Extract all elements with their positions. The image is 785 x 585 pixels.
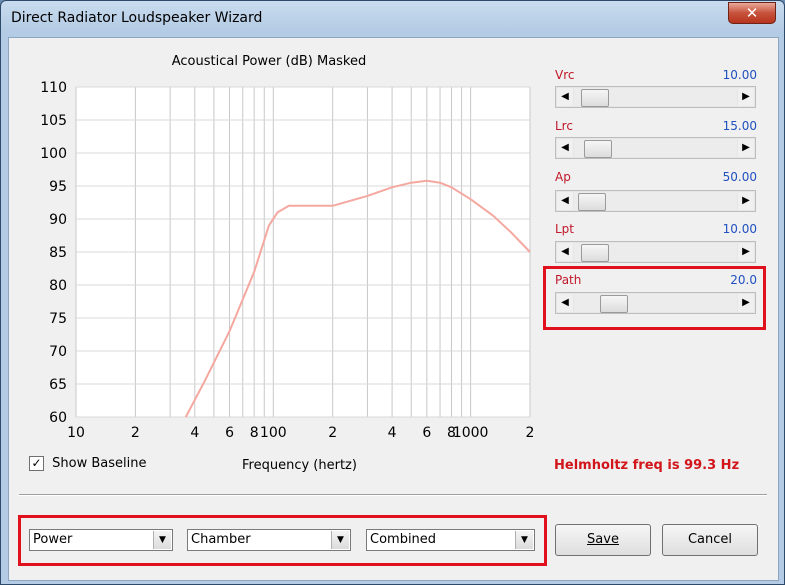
wizard-window: Direct Radiator Loudspeaker Wizard ✕ Aco… (0, 0, 785, 585)
cancel-button[interactable]: Cancel (662, 524, 758, 556)
combo-value: Chamber (191, 532, 251, 547)
slider-value-lrc: 15.00 (722, 119, 757, 133)
slider-left-arrow-icon[interactable]: ◀ (557, 294, 573, 312)
y-tick-label: 60 (49, 410, 67, 426)
y-tick-label: 110 (40, 80, 67, 96)
x-tick-label: 6 (422, 425, 431, 441)
slider-right-arrow-icon[interactable]: ▶ (738, 243, 754, 261)
slider-right-arrow-icon[interactable]: ▶ (738, 294, 754, 312)
combo-value: Power (33, 532, 73, 547)
combo-power[interactable]: Power ▼ (29, 529, 173, 551)
slider-label-ap: Ap (555, 170, 571, 184)
combo-value: Combined (370, 532, 437, 547)
slider-track[interactable] (574, 139, 737, 158)
slider-right-arrow-icon[interactable]: ▶ (738, 88, 754, 106)
slider-lpt[interactable]: ◀ ▶ (555, 241, 756, 263)
slider-vrc[interactable]: ◀ ▶ (555, 86, 756, 108)
slider-value-ap: 50.00 (722, 170, 757, 184)
slider-left-arrow-icon[interactable]: ◀ (557, 139, 573, 157)
slider-value-path: 20.0 (730, 273, 757, 287)
slider-ap[interactable]: ◀ ▶ (555, 190, 756, 212)
x-tick-label: 2 (328, 425, 337, 441)
slider-value-vrc: 10.00 (722, 68, 757, 82)
client-area: Acoustical Power (dB) Masked 110 105 100 95… (8, 37, 779, 581)
slider-left-arrow-icon[interactable]: ◀ (557, 243, 573, 261)
slider-path[interactable]: ◀ ▶ (555, 292, 756, 314)
slider-track[interactable] (574, 243, 737, 262)
show-baseline-checkbox[interactable]: ✓ Show Baseline (29, 456, 146, 471)
y-tick-label: 90 (49, 212, 67, 228)
x-tick-label: 10 (67, 425, 85, 441)
x-tick-label: 4 (388, 425, 397, 441)
x-tick-label: 2 (526, 425, 535, 441)
slider-label-lrc: Lrc (555, 119, 573, 133)
y-tick-label: 70 (49, 344, 67, 360)
save-button[interactable]: Save (555, 524, 651, 556)
y-tick-label: 80 (49, 278, 67, 294)
acoustical-power-chart: 110105100959085807570656010 2 4 6 8 100 2 4 6 810… (40, 80, 535, 441)
slider-label-path: Path (555, 273, 582, 287)
chevron-down-icon[interactable]: ▼ (331, 531, 349, 549)
close-button[interactable]: ✕ (728, 2, 776, 24)
series-line (184, 179, 531, 418)
divider (19, 494, 767, 496)
y-tick-label: 65 (49, 377, 67, 393)
slider-left-arrow-icon[interactable]: ◀ (557, 88, 573, 106)
close-icon: ✕ (745, 4, 759, 22)
cancel-button-label: Cancel (687, 532, 733, 547)
slider-thumb[interactable] (581, 89, 609, 107)
x-tick-label: 8 (250, 425, 259, 441)
slider-track[interactable] (574, 192, 737, 211)
slider-track[interactable] (574, 294, 737, 313)
helmholtz-frequency: Helmholtz freq is 99.3 Hz (554, 458, 740, 473)
chevron-down-icon[interactable]: ▼ (515, 531, 533, 549)
x-tick-label: 4 (190, 425, 199, 441)
y-tick-label: 95 (49, 179, 67, 195)
slider-label-vrc: Vrc (555, 68, 575, 82)
x-tick-label: 1000 (453, 425, 489, 441)
x-tick-label: 6 (225, 425, 234, 441)
slider-track[interactable] (574, 88, 737, 107)
x-tick-label: 100 (260, 425, 287, 441)
slider-value-lpt: 10.00 (722, 222, 757, 236)
combo-chamber[interactable]: Chamber ▼ (187, 529, 351, 551)
y-tick-label: 105 (40, 113, 67, 129)
check-icon: ✓ (31, 456, 42, 470)
title-bar[interactable]: Direct Radiator Loudspeaker Wizard ✕ (1, 1, 784, 37)
slider-thumb[interactable] (581, 244, 609, 262)
y-tick-label: 100 (40, 146, 67, 162)
y-tick-label: 85 (49, 245, 67, 261)
save-button-label: Save (587, 532, 619, 547)
window-title: Direct Radiator Loudspeaker Wizard (11, 10, 263, 26)
slider-thumb[interactable] (584, 140, 612, 158)
slider-left-arrow-icon[interactable]: ◀ (557, 192, 573, 210)
slider-lrc[interactable]: ◀ ▶ (555, 137, 756, 159)
slider-right-arrow-icon[interactable]: ▶ (738, 139, 754, 157)
chevron-down-icon[interactable]: ▼ (153, 531, 171, 549)
slider-thumb[interactable] (578, 193, 606, 211)
slider-right-arrow-icon[interactable]: ▶ (738, 192, 754, 210)
show-baseline-label: Show Baseline (52, 456, 147, 471)
checkbox-box[interactable]: ✓ (29, 456, 44, 471)
combo-combined[interactable]: Combined ▼ (366, 529, 535, 551)
x-axis-label: Frequency (hertz) (242, 458, 357, 473)
y-tick-label: 75 (49, 311, 67, 327)
x-tick-label: 2 (131, 425, 140, 441)
slider-thumb[interactable] (600, 295, 628, 313)
slider-label-lpt: Lpt (555, 222, 575, 236)
